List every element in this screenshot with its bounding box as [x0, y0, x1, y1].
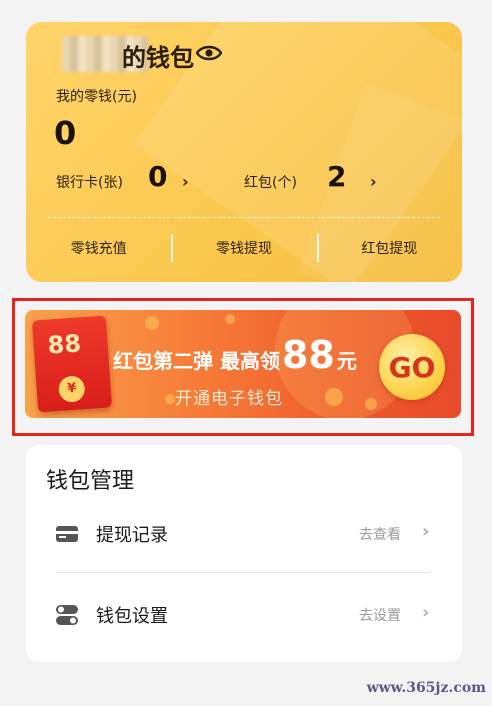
withdraw-button[interactable]: 零钱提现: [171, 228, 316, 268]
promo-text-prefix: 红包第二弹 最高领: [113, 349, 280, 373]
go-button[interactable]: GO: [379, 334, 445, 400]
bank-card-label[interactable]: 银行卡(张): [56, 172, 123, 192]
yuan-coin-icon: ¥: [57, 375, 86, 403]
list-item-label: 提现记录: [96, 525, 168, 546]
chevron-right-icon: ›: [422, 521, 430, 542]
list-item-hint: 去设置: [359, 608, 401, 624]
promo-amount: 88: [281, 333, 335, 377]
coin-decoration: [365, 398, 377, 410]
red-envelope-image: 88 ¥: [31, 315, 113, 413]
recharge-button[interactable]: 零钱充值: [26, 228, 171, 268]
wallet-action-bar: 零钱充值 零钱提现 红包提现: [26, 228, 462, 268]
red-packet-label[interactable]: 红包(个): [244, 172, 297, 192]
wallet-card: 的钱包 我的零钱(元) 0 银行卡(张) 0 › 红包(个) 2 › 零钱充值 …: [26, 22, 462, 282]
coin-decoration: [145, 316, 159, 330]
section-title: 钱包管理: [46, 469, 135, 494]
wallet-management-card: 钱包管理 提现记录 去查看 › 钱包设置 去设置 ›: [26, 445, 462, 662]
list-item-label: 钱包设置: [96, 606, 168, 627]
list-item-hint: 去查看: [359, 527, 401, 543]
chevron-right-icon: ›: [422, 602, 430, 623]
watermark: www.365jz.com: [366, 680, 486, 696]
promo-subtitle: 开通电子钱包: [175, 389, 283, 409]
list-item-withdraw-records[interactable]: 提现记录 去查看 ›: [26, 507, 462, 561]
coin-decoration: [225, 314, 235, 324]
red-packet-arrow-icon[interactable]: ›: [370, 172, 377, 191]
coin-decoration: [165, 394, 175, 404]
envelope-amount: 88: [46, 329, 82, 360]
divider: [56, 572, 430, 573]
coin-decoration: [325, 388, 343, 406]
promo-text-suffix: 元: [336, 349, 357, 373]
change-label: 我的零钱(元): [56, 89, 137, 105]
red-packet-withdraw-button[interactable]: 红包提现: [316, 228, 462, 268]
bank-card-arrow-icon[interactable]: ›: [182, 172, 189, 191]
red-packet-count[interactable]: 2: [327, 160, 346, 193]
wallet-title: 的钱包: [122, 44, 194, 72]
toggle-settings-icon: [56, 605, 78, 625]
eye-icon[interactable]: [196, 44, 222, 62]
change-amount[interactable]: 0: [54, 114, 76, 152]
promo-banner[interactable]: 88 ¥ 红包第二弹 最高领 88 元 开通电子钱包 GO: [25, 310, 461, 418]
wallet-card-icon: [56, 526, 78, 542]
promo-headline: 红包第二弹 最高领 88 元: [113, 336, 357, 374]
bank-card-count[interactable]: 0: [148, 160, 167, 193]
divider: [48, 217, 440, 218]
list-item-wallet-settings[interactable]: 钱包设置 去设置 ›: [26, 588, 462, 642]
